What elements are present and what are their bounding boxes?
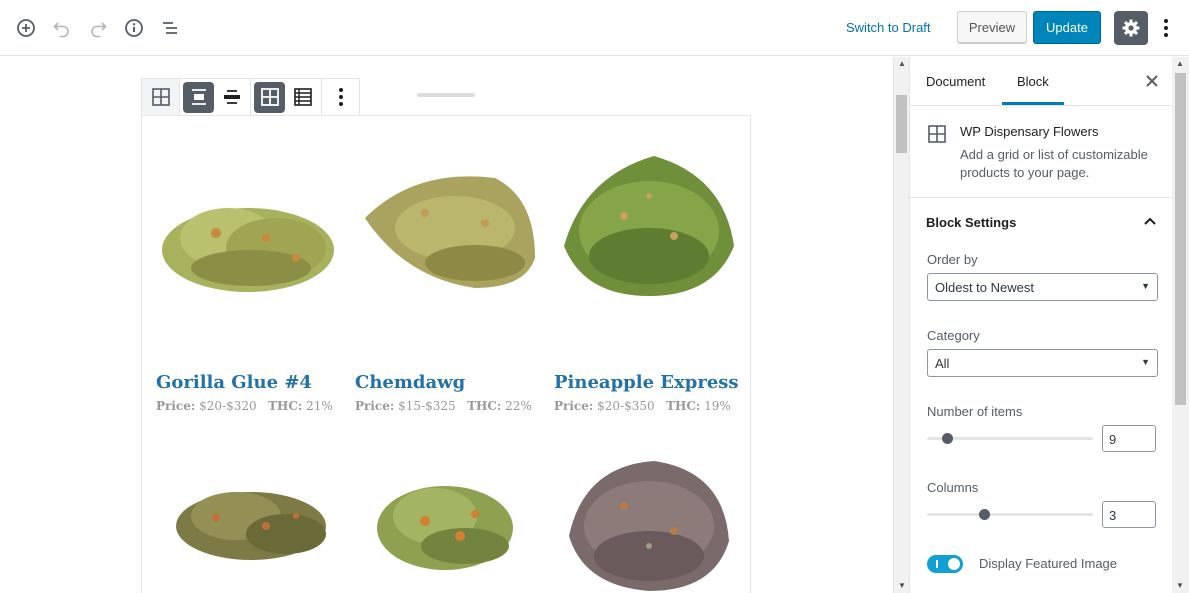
- product-image: [564, 156, 734, 296]
- display-featured-image-toggle[interactable]: [927, 555, 963, 573]
- columns-label: Columns: [927, 480, 979, 495]
- block-card: WP Dispensary Flowers Add a grid or list…: [910, 106, 1172, 198]
- drag-handle[interactable]: [417, 93, 475, 97]
- product-image: [365, 176, 535, 288]
- block-settings-panel-title[interactable]: Block Settings: [926, 215, 1016, 230]
- tab-block[interactable]: Block: [1017, 74, 1049, 89]
- block-more-options-button[interactable]: [325, 82, 356, 113]
- redo-icon[interactable]: [84, 14, 112, 42]
- product-image: [162, 208, 334, 292]
- block-navigation-icon[interactable]: [156, 14, 184, 42]
- product-meta: Price: $15-$325 THC: 22%: [355, 399, 532, 413]
- more-menu-button[interactable]: [1158, 14, 1174, 42]
- columns-input[interactable]: 3: [1102, 501, 1156, 528]
- display-featured-image-label: Display Featured Image: [979, 556, 1118, 571]
- editor-canvas: Gorilla Glue #4 Price: $20-$320 THC: 21%…: [0, 57, 893, 593]
- order-by-select[interactable]: Oldest to Newest ▼: [927, 273, 1158, 301]
- block-description: Add a grid or list of customizable produ…: [960, 147, 1148, 180]
- category-label: Category: [927, 328, 980, 343]
- product-image: [569, 461, 729, 591]
- undo-icon[interactable]: [48, 14, 76, 42]
- update-button[interactable]: Update: [1033, 11, 1101, 44]
- add-block-icon[interactable]: [12, 14, 40, 42]
- product-name[interactable]: Gorilla Glue #4: [156, 372, 312, 393]
- grid-view-button[interactable]: [254, 81, 285, 113]
- close-icon: [1146, 75, 1158, 87]
- info-icon[interactable]: [120, 14, 148, 42]
- settings-sidebar: Document Block WP Dispensary Flowers Add…: [909, 57, 1172, 593]
- order-by-label: Order by: [927, 252, 978, 267]
- dispensary-flowers-block[interactable]: Gorilla Glue #4 Price: $20-$320 THC: 21%…: [141, 115, 751, 593]
- sidebar-tabs: Document Block: [910, 57, 1172, 106]
- chevron-up-icon[interactable]: [1142, 213, 1158, 229]
- grid-icon: [928, 125, 946, 143]
- product-name[interactable]: Chemdawg: [355, 372, 465, 393]
- editor-scrollbar[interactable]: ▲ ▼: [893, 57, 909, 593]
- grid-view-icon: [260, 88, 279, 106]
- scroll-thumb[interactable]: [896, 95, 907, 153]
- caret-down-icon: ▼: [1141, 357, 1150, 367]
- vertical-ellipsis-icon: [338, 88, 343, 106]
- sidebar-scrollbar[interactable]: ▲ ▼: [1172, 57, 1189, 593]
- close-sidebar-button[interactable]: [1142, 71, 1162, 91]
- caret-down-icon: ▼: [1141, 281, 1150, 291]
- block-title: WP Dispensary Flowers: [960, 124, 1099, 139]
- align-full-button[interactable]: [216, 82, 247, 113]
- editor-header: Switch to Draft Preview Update: [0, 0, 1189, 56]
- scroll-up-arrow[interactable]: ▲: [1172, 57, 1188, 69]
- category-select[interactable]: All ▼: [927, 349, 1158, 377]
- gear-icon: [1122, 19, 1140, 37]
- product-image: [377, 486, 513, 570]
- product-name[interactable]: Pineapple Express: [554, 372, 739, 393]
- block-toolbar: [141, 78, 360, 116]
- scroll-down-arrow[interactable]: ▼: [894, 579, 910, 591]
- product-meta: Price: $20-$350 THC: 19%: [554, 399, 731, 413]
- align-wide-icon: [191, 89, 206, 105]
- align-wide-button[interactable]: [183, 81, 214, 113]
- vertical-ellipsis-icon: [1164, 19, 1168, 37]
- scroll-down-arrow[interactable]: ▼: [1172, 579, 1188, 591]
- product-image: [176, 492, 326, 560]
- align-full-icon: [223, 90, 240, 104]
- block-type-grid-button[interactable]: [145, 82, 176, 113]
- scroll-up-arrow[interactable]: ▲: [894, 57, 910, 69]
- switch-to-draft-link[interactable]: Switch to Draft: [846, 20, 931, 35]
- slider-handle[interactable]: [979, 509, 990, 520]
- number-of-items-input[interactable]: 9: [1102, 425, 1156, 452]
- active-tab-indicator: [1002, 102, 1064, 105]
- columns-slider[interactable]: [927, 509, 1093, 520]
- number-of-items-label: Number of items: [927, 404, 1023, 419]
- list-view-button[interactable]: [287, 82, 318, 113]
- settings-button[interactable]: [1114, 11, 1148, 45]
- preview-button[interactable]: Preview: [957, 11, 1027, 44]
- number-of-items-slider[interactable]: [927, 433, 1093, 444]
- grid-icon: [151, 88, 170, 106]
- tab-document[interactable]: Document: [926, 74, 985, 89]
- list-view-icon: [293, 88, 312, 106]
- product-meta: Price: $20-$320 THC: 21%: [156, 399, 333, 413]
- scroll-thumb[interactable]: [1175, 73, 1186, 405]
- slider-handle[interactable]: [942, 433, 953, 444]
